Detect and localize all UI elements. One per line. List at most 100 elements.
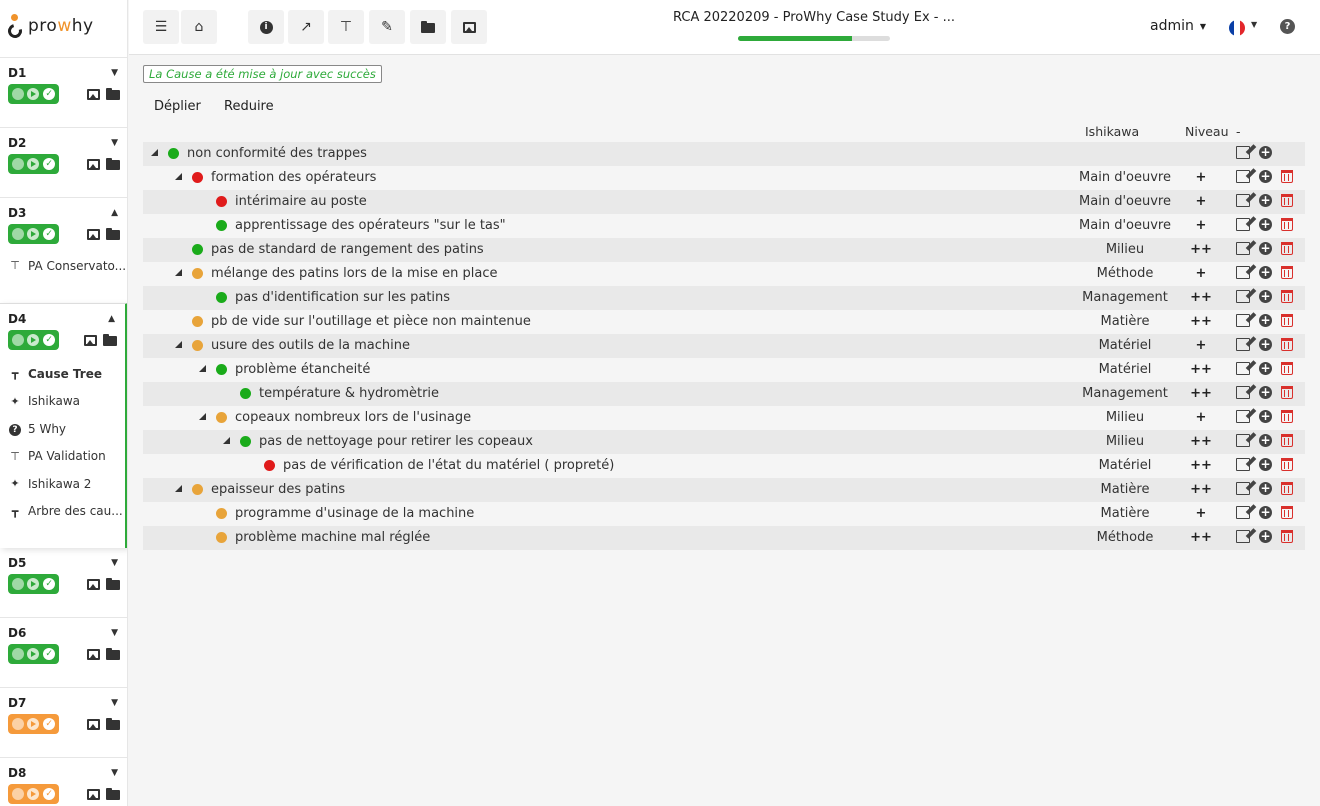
expand-triangle-icon[interactable] (223, 437, 230, 444)
chevron-down-icon[interactable]: ▼ (111, 698, 118, 708)
expand-triangle-icon[interactable] (151, 149, 158, 156)
section-header[interactable]: D3 ▲ (0, 198, 127, 220)
cause-label[interactable]: non conformité des trappes (187, 146, 367, 161)
cause-label[interactable]: température & hydromètrie (259, 386, 439, 401)
tree-row[interactable]: mélange des patins lors de la mise en pl… (143, 262, 1305, 286)
niveau-column-header[interactable]: Niveau (1185, 124, 1229, 139)
add-circle-icon[interactable]: + (1259, 290, 1272, 303)
cause-label[interactable]: pb de vide sur l'outillage et pièce non … (211, 314, 531, 329)
trash-icon[interactable] (1281, 386, 1293, 399)
edit-icon[interactable] (1236, 314, 1250, 327)
trash-icon[interactable] (1281, 266, 1293, 279)
edit-icon[interactable] (1236, 386, 1250, 399)
section-header[interactable]: D8 ▼ (0, 758, 127, 780)
trash-icon[interactable] (1281, 290, 1293, 303)
image-icon[interactable] (87, 88, 100, 100)
prowhy-logo[interactable]: prowhy (0, 0, 127, 52)
chevron-down-icon[interactable]: ▼ (111, 628, 118, 638)
info-button[interactable]: i (248, 10, 284, 44)
tree-row[interactable]: programme d'usinage de la machine Matière… (143, 502, 1305, 526)
section-header[interactable]: D4 ▲ (0, 304, 125, 326)
folder-icon[interactable] (106, 157, 120, 170)
cause-label[interactable]: epaisseur des patins (211, 482, 345, 497)
trash-icon[interactable] (1281, 458, 1293, 471)
tree-row[interactable]: température & hydromètrie Management ++ + (143, 382, 1305, 406)
cause-label[interactable]: intérimaire au poste (235, 194, 367, 209)
chevron-down-icon[interactable]: ▼ (111, 68, 118, 78)
trash-icon[interactable] (1281, 410, 1293, 423)
sitemap-button[interactable]: ⊤ (328, 10, 364, 44)
edit-icon[interactable] (1236, 530, 1250, 543)
add-circle-icon[interactable]: + (1259, 218, 1272, 231)
edit-icon[interactable] (1236, 266, 1250, 279)
trash-icon[interactable] (1281, 434, 1293, 447)
folder-icon[interactable] (106, 87, 120, 100)
status-badge[interactable]: ✓ (8, 224, 59, 244)
section-header[interactable]: D2 ▼ (0, 128, 127, 150)
trash-icon[interactable] (1281, 362, 1293, 375)
folder-icon[interactable] (106, 577, 120, 590)
tree-row[interactable]: pas de standard de rangement des patins M… (143, 238, 1305, 262)
sidebar-link[interactable]: ⊤ PA Conservato... (0, 252, 127, 280)
chevron-up-icon[interactable]: ▲ (111, 208, 118, 218)
sidebar-link[interactable]: ⊤ PA Validation (0, 443, 125, 471)
chevron-up-icon[interactable]: ▲ (108, 314, 115, 324)
add-circle-icon[interactable]: + (1259, 530, 1272, 543)
cause-label[interactable]: pas de standard de rangement des patins (211, 242, 484, 257)
add-circle-icon[interactable]: + (1259, 314, 1272, 327)
cause-label[interactable]: apprentissage des opérateurs "sur le tas… (235, 218, 506, 233)
expand-triangle-icon[interactable] (199, 365, 206, 372)
edit-icon[interactable] (1236, 242, 1250, 255)
chevron-down-icon[interactable]: ▼ (111, 138, 118, 148)
folder-icon[interactable] (106, 717, 120, 730)
tree-row[interactable]: pb de vide sur l'outillage et pièce non … (143, 310, 1305, 334)
trash-icon[interactable] (1281, 218, 1293, 231)
trash-icon[interactable] (1281, 194, 1293, 207)
home-button[interactable]: ⌂ (181, 10, 217, 44)
add-circle-icon[interactable]: + (1259, 434, 1272, 447)
trash-icon[interactable] (1281, 506, 1293, 519)
status-badge[interactable]: ✓ (8, 330, 59, 350)
cause-label[interactable]: pas d'identification sur les patins (235, 290, 450, 305)
edit-icon[interactable] (1236, 218, 1250, 231)
folder-icon[interactable] (103, 333, 117, 346)
add-circle-icon[interactable]: + (1259, 242, 1272, 255)
edit-icon[interactable] (1236, 506, 1250, 519)
expand-triangle-icon[interactable] (175, 173, 182, 180)
tree-row[interactable]: problème étancheité Matériel ++ + (143, 358, 1305, 382)
tree-row[interactable]: epaisseur des patins Matière ++ + (143, 478, 1305, 502)
edit-icon[interactable] (1236, 410, 1250, 423)
add-circle-icon[interactable]: + (1259, 194, 1272, 207)
add-circle-icon[interactable]: + (1259, 386, 1272, 399)
folder-icon[interactable] (106, 787, 120, 800)
status-badge[interactable]: ✓ (8, 714, 59, 734)
cause-label[interactable]: usure des outils de la machine (211, 338, 410, 353)
image-icon[interactable] (87, 158, 100, 170)
image-icon[interactable] (87, 648, 100, 660)
status-badge[interactable]: ✓ (8, 574, 59, 594)
tree-row[interactable]: formation des opérateurs Main d'oeuvre + + (143, 166, 1305, 190)
image-icon[interactable] (87, 228, 100, 240)
expand-triangle-icon[interactable] (175, 485, 182, 492)
cause-label[interactable]: copeaux nombreux lors de l'usinage (235, 410, 471, 425)
help-icon[interactable]: ? (1280, 19, 1295, 34)
tree-row[interactable]: intérimaire au poste Main d'oeuvre + + (143, 190, 1305, 214)
add-circle-icon[interactable]: + (1259, 146, 1272, 159)
edit-icon[interactable] (1236, 194, 1250, 207)
image-button[interactable] (451, 10, 487, 44)
language-chevron-down-icon[interactable]: ▼ (1251, 20, 1257, 29)
tree-row[interactable]: copeaux nombreux lors de l'usinage Milieu… (143, 406, 1305, 430)
tree-row[interactable]: pas de vérification de l'état du matérie… (143, 454, 1305, 478)
status-badge[interactable]: ✓ (8, 784, 59, 804)
section-header[interactable]: D7 ▼ (0, 688, 127, 710)
collapse-all-link[interactable]: Reduire (224, 99, 274, 114)
trash-icon[interactable] (1281, 482, 1293, 495)
image-icon[interactable] (84, 334, 97, 346)
cause-label[interactable]: mélange des patins lors de la mise en pl… (211, 266, 498, 281)
chevron-down-icon[interactable]: ▼ (111, 558, 118, 568)
add-circle-icon[interactable]: + (1259, 170, 1272, 183)
chart-button[interactable]: ↗ (288, 10, 324, 44)
tree-row[interactable]: pas de nettoyage pour retirer les copeau… (143, 430, 1305, 454)
folder-icon[interactable] (106, 227, 120, 240)
cause-label[interactable]: problème machine mal réglée (235, 530, 430, 545)
